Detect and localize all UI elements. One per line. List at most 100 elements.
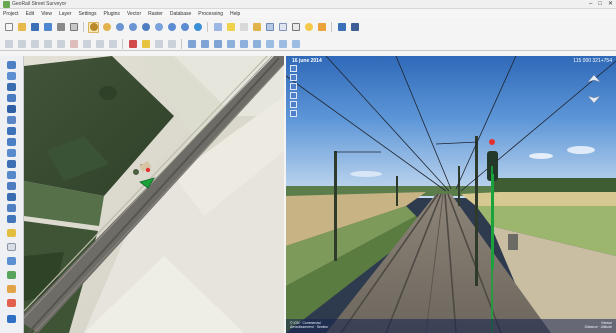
footer-info-right: Vitesse Distance · Altitude [584, 321, 612, 329]
layer-tools-panel [0, 56, 24, 333]
compose-icon[interactable] [68, 22, 79, 33]
node-tool-icon[interactable] [55, 38, 66, 49]
new-project-icon[interactable] [3, 22, 14, 33]
new-spatialite-icon[interactable] [5, 159, 17, 169]
menu-vector[interactable]: Vector [127, 11, 141, 17]
menu-help[interactable]: Help [230, 11, 240, 17]
add-delimited-icon[interactable] [5, 137, 17, 147]
digitize-icon[interactable] [153, 38, 164, 49]
add-arcgis-icon[interactable] [5, 228, 17, 238]
add-grass-icon[interactable] [5, 270, 17, 280]
save-icon[interactable] [29, 22, 40, 33]
zoom-layer-icon[interactable] [153, 22, 164, 33]
menu-settings[interactable]: Settings [78, 11, 96, 17]
street-view-panel[interactable]: 16 june 2014 115 000 321+754 © IGN · Com… [286, 56, 616, 333]
add-part-icon[interactable] [199, 38, 210, 49]
deselect-icon[interactable] [238, 22, 249, 33]
move-feature-icon[interactable] [42, 38, 53, 49]
delete-ring-icon[interactable] [225, 38, 236, 49]
add-postgis-icon[interactable] [5, 82, 17, 92]
menu-project[interactable]: Project [3, 11, 19, 17]
layer-table-icon[interactable] [264, 22, 275, 33]
street-view-image [286, 56, 616, 333]
maximize-button[interactable]: □ [598, 0, 602, 9]
annotation-icon[interactable] [303, 22, 314, 33]
new-layer-icon[interactable] [5, 148, 17, 158]
help-icon[interactable] [336, 22, 347, 33]
add-wfs-icon[interactable] [5, 126, 17, 136]
copy-icon[interactable] [94, 38, 105, 49]
menu-database[interactable]: Database [170, 11, 191, 17]
save-as-icon[interactable] [42, 22, 53, 33]
snapshot-icon[interactable] [290, 101, 297, 108]
zoom-full-icon[interactable] [140, 22, 151, 33]
menu-raster[interactable]: Raster [148, 11, 163, 17]
add-oracle-icon[interactable] [5, 192, 17, 202]
layer-style-icon[interactable] [5, 314, 17, 324]
measure-distance-icon[interactable] [290, 92, 297, 99]
add-gpx-icon[interactable] [5, 256, 17, 266]
fill-ring-icon[interactable] [212, 38, 223, 49]
close-button[interactable]: ✕ [608, 0, 613, 9]
add-vector-layer-icon[interactable] [5, 60, 17, 70]
settings-icon[interactable] [5, 298, 17, 308]
rotate-icon[interactable] [290, 38, 301, 49]
select-icon[interactable] [225, 22, 236, 33]
edit-pencil-icon[interactable] [3, 38, 14, 49]
footer-info-left: © IGN · Commercial Arrondissement · Sect… [290, 321, 329, 329]
print-icon[interactable] [55, 22, 66, 33]
add-wcs-icon[interactable] [5, 115, 17, 125]
add-csv-icon[interactable] [5, 284, 17, 294]
menu-view[interactable]: View [41, 11, 52, 17]
zoom-next-icon[interactable] [179, 22, 190, 33]
add-db2-icon[interactable] [5, 214, 17, 224]
navigation-arrows[interactable] [587, 74, 601, 104]
add-wfs2-icon[interactable] [5, 242, 17, 252]
menu-processing[interactable]: Processing [198, 11, 223, 17]
reshape-icon[interactable] [238, 38, 249, 49]
identify-icon[interactable] [212, 22, 223, 33]
map-canvas[interactable] [24, 56, 284, 333]
minimize-button[interactable]: – [589, 0, 592, 9]
add-feature-icon[interactable] [29, 38, 40, 49]
zoom-out-icon[interactable] [127, 22, 138, 33]
redo-icon[interactable] [140, 38, 151, 49]
add-raster-layer-icon[interactable] [5, 71, 17, 81]
menu-layer[interactable]: Layer [59, 11, 72, 17]
whats-this-icon[interactable] [349, 22, 360, 33]
filter-icon[interactable] [290, 110, 297, 117]
forward-arrow-icon [587, 74, 601, 83]
zoom-in-icon[interactable] [114, 22, 125, 33]
play-icon[interactable] [290, 65, 297, 72]
split-icon[interactable] [264, 38, 275, 49]
pan-selection-icon[interactable] [101, 22, 112, 33]
aerial-imagery [24, 56, 284, 333]
add-mssql-icon[interactable] [5, 203, 17, 213]
add-virtual-icon[interactable] [5, 181, 17, 191]
step-back-icon[interactable] [290, 83, 297, 90]
tips-icon[interactable] [316, 22, 327, 33]
add-ring-icon[interactable] [186, 38, 197, 49]
zoom-last-icon[interactable] [166, 22, 177, 33]
edit-toolbar [0, 37, 616, 51]
add-spatialite-icon[interactable] [5, 93, 17, 103]
label-icon[interactable] [290, 22, 301, 33]
pan-icon[interactable] [88, 21, 99, 33]
merge-icon[interactable] [277, 38, 288, 49]
refresh-icon[interactable] [192, 22, 203, 33]
undo-icon[interactable] [127, 38, 138, 49]
paste-icon[interactable] [107, 38, 118, 49]
cut-icon[interactable] [81, 38, 92, 49]
offset-icon[interactable] [251, 38, 262, 49]
menu-edit[interactable]: Edit [26, 11, 35, 17]
save-edits-icon[interactable] [16, 38, 27, 49]
open-icon[interactable] [16, 22, 27, 33]
add-wms-icon[interactable] [5, 104, 17, 114]
new-temp-layer-icon[interactable] [5, 170, 17, 180]
add-layer-icon[interactable] [277, 22, 288, 33]
simplify-icon[interactable] [166, 38, 177, 49]
step-forward-icon[interactable] [290, 74, 297, 81]
measure-icon[interactable] [251, 22, 262, 33]
delete-icon[interactable] [68, 38, 79, 49]
menu-plugins[interactable]: Plugins [104, 11, 120, 17]
